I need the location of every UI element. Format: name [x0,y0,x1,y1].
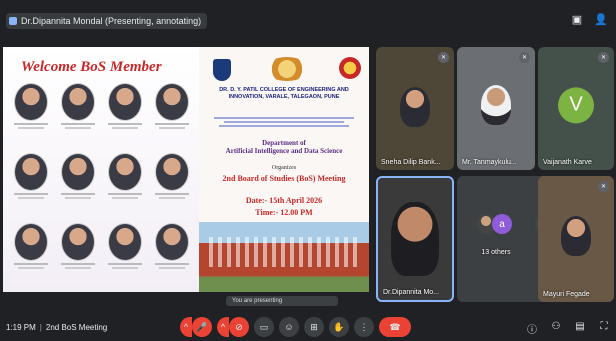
participant-name: Mayuri Fegade [543,291,590,298]
mic-off-icon: ✕ [598,181,609,192]
participant-video [561,216,591,256]
welcome-heading: Welcome BoS Member [21,59,162,75]
participant-video [481,85,511,125]
department-label: Department of [262,139,306,147]
meeting-title: 2nd Board of Studies (BoS) Meeting [222,174,346,183]
presentation-slide: Welcome BoS Member DR. D. Y. PATIL COLLE… [3,47,369,292]
meeting-date: Date:- 15th April 2026 [245,196,323,205]
present-button[interactable]: ⊞ [304,317,324,337]
camera-toggle-button[interactable]: ⊘ [229,317,249,337]
meeting-info: 1:19 PM | 2nd BoS Meeting [6,323,108,332]
participant-tile[interactable]: V ✕ Vaijanath Karve [538,47,614,170]
others-count: 13 others [481,249,511,256]
accreditation-lines [209,115,359,129]
bottom-bar: 1:19 PM | 2nd BoS Meeting ^ 🎤 ^ ⊘ ▭ ☺ ⊞ ✋ … [0,314,616,341]
department-name: Artificial Intelligence and Data Science [225,147,343,155]
avatar: a [492,214,512,234]
participant-name: Vaijanath Karve [543,159,592,166]
participant-tile[interactable]: ✕ Sneha Dilip Bank... [376,47,454,170]
member-photo [101,223,148,291]
participant-video [391,202,439,276]
trust-logo-icon [265,57,309,81]
top-icons: ▣ 👤 [570,12,608,26]
mic-toggle-button[interactable]: 🎤 [192,317,212,337]
emoji-button[interactable]: ☺ [279,317,299,337]
participant-tile[interactable]: ✕ Mayuri Fegade [538,176,614,302]
avatar: V [558,86,594,123]
member-photo [101,153,148,221]
participant-name: Dr.Dipannita Mo... [383,289,440,296]
shield-logo-icon [213,59,231,81]
presenting-notice[interactable]: You are presenting [226,296,338,306]
end-call-button[interactable]: ☎ [379,317,411,337]
call-controls: ^ 🎤 ^ ⊘ ▭ ☺ ⊞ ✋ ⋮ ☎ [180,317,411,337]
clock-time: 1:19 PM [6,323,36,332]
college-name: DR. D. Y. PATIL COLLEGE OF ENGINEERING A… [219,87,349,100]
others-tile[interactable]: a 13 others [457,176,535,302]
captions-button[interactable]: ▭ [254,317,274,337]
campus-windows [209,237,359,267]
activities-icon[interactable]: ⛶ [598,321,610,336]
member-grid [7,83,197,291]
member-photo [54,223,101,291]
meeting-time: Time:- 12.00 PM [255,208,313,217]
participant-name: Mr. Tanmaykulu... [462,159,517,166]
presenting-label: Dr.Dipannita Mondal (Presenting, annotat… [21,16,202,26]
present-icon [9,17,17,25]
side-controls: ⓘ ⚇ ▤ ⛶ [526,321,610,336]
slide-right-panel: DR. D. Y. PATIL COLLEGE OF ENGINEERING A… [199,47,369,292]
member-photo [101,83,148,151]
layout-icon[interactable]: ▣ [570,12,584,26]
audio-options-button[interactable]: ^ [180,317,192,337]
organizes-label: Organizes [271,165,297,171]
raise-hand-button[interactable]: ✋ [329,317,349,337]
department-block: Department of Artificial Intelligence an… [203,139,365,155]
slide-left-panel: Welcome BoS Member [3,47,199,292]
mic-off-icon: ✕ [598,52,609,63]
member-photo [148,223,195,291]
college-logos [207,55,363,83]
mic-off-icon: ✕ [438,52,449,63]
chat-icon[interactable]: ▤ [574,321,586,336]
member-photo [54,83,101,151]
participant-tile[interactable]: ✕ Mr. Tanmaykulu... [457,47,535,170]
info-icon[interactable]: ⓘ [526,321,538,336]
member-photo [7,153,54,221]
top-bar: Dr.Dipannita Mondal (Presenting, annotat… [0,0,616,40]
member-photo [7,223,54,291]
presenting-chip[interactable]: Dr.Dipannita Mondal (Presenting, annotat… [6,13,208,29]
participant-video [400,87,430,127]
college-seal-icon [339,57,361,79]
more-options-button[interactable]: ⋮ [354,317,374,337]
participant-tile-active[interactable]: Dr.Dipannita Mo... [376,176,454,302]
member-photo [7,83,54,151]
people-icon[interactable]: ⚇ [550,321,562,336]
meeting-name: 2nd BoS Meeting [45,323,108,332]
people-icon[interactable]: 👤 [594,12,608,26]
others-avatars: a [476,214,516,236]
member-photo [54,153,101,221]
mic-off-icon: ✕ [519,52,530,63]
member-photo [148,83,195,151]
video-options-button[interactable]: ^ [217,317,229,337]
member-photo [148,153,195,221]
participant-name: Sneha Dilip Bank... [381,159,441,166]
